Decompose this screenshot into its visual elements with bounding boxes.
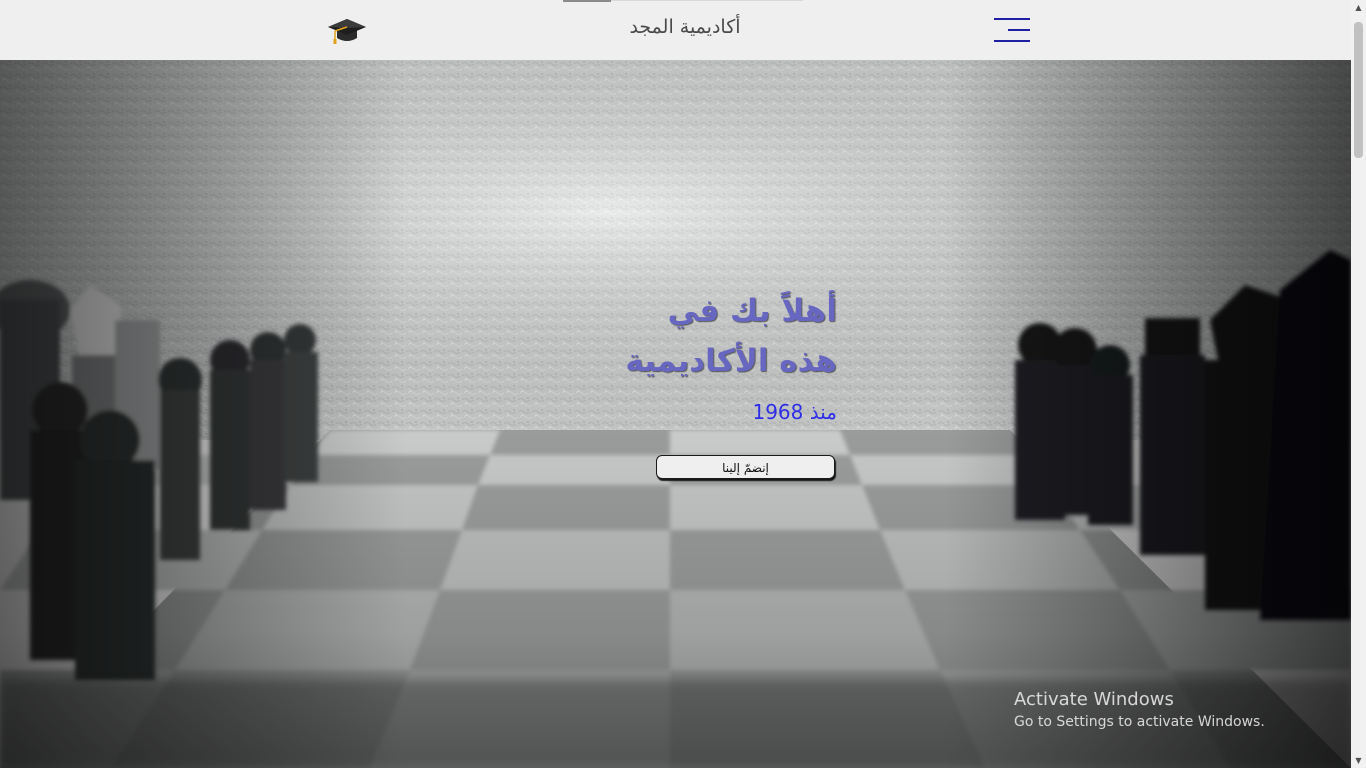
vertical-scrollbar[interactable]: ▲ ▼ [1351,0,1366,768]
scroll-up-arrow-icon[interactable]: ▲ [1351,0,1366,15]
hero-title: أهلاً بك في هذه الأكاديمية [625,293,837,379]
site-title: أكاديمية المجد [629,16,741,38]
hero-section: أهلاً بك في هذه الأكاديمية منذ 1968 إنضم… [0,60,1351,768]
scrollbar-thumb[interactable] [1354,22,1363,158]
windows-activation-watermark: Activate Windows Go to Settings to activ… [1014,688,1265,732]
hero-content: أهلاً بك في هذه الأكاديمية منذ 1968 [600,286,837,424]
scroll-progress-fill [563,0,611,2]
watermark-title: Activate Windows [1014,689,1174,710]
graduation-cap-icon[interactable] [326,16,368,46]
hamburger-menu-icon[interactable] [992,16,1030,44]
scroll-down-arrow-icon[interactable]: ▼ [1351,753,1366,768]
hero-subtitle: منذ 1968 [752,400,837,424]
site-header: أكاديمية المجد [0,0,1351,60]
scroll-progress-track [563,0,803,2]
join-us-button[interactable]: إنضمّ إلينا [656,455,835,479]
page: أكاديمية المجد أهلاً بك في هذه الأكاديمي… [0,0,1366,768]
watermark-subtitle: Go to Settings to activate Windows. [1014,714,1265,730]
